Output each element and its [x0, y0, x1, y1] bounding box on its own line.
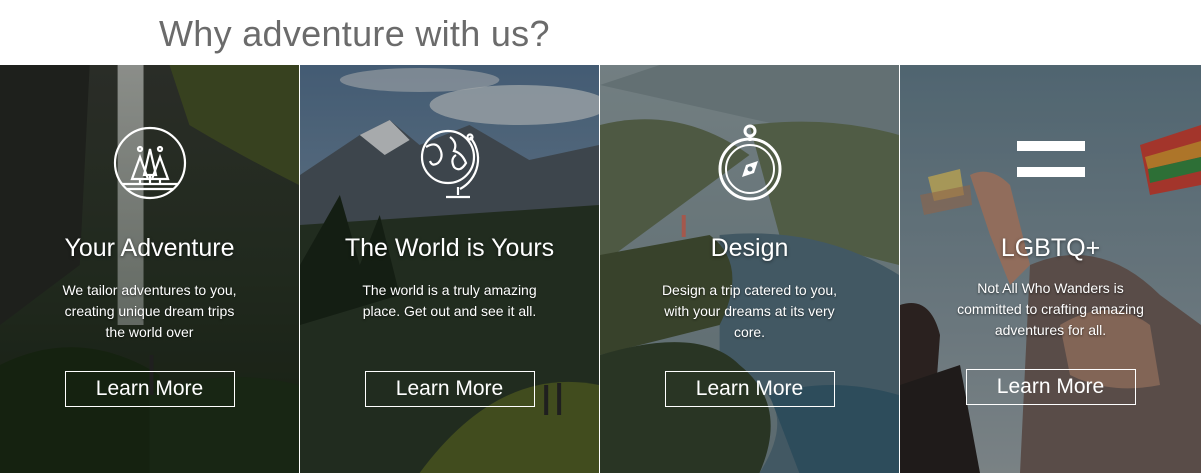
panel-world-is-yours: The World is Yours The world is a truly …: [300, 65, 600, 473]
panel-description: Design a trip catered to you, with your …: [661, 282, 838, 340]
equals-icon: [1011, 123, 1091, 203]
panel-description: We tailor adventures to you, creating un…: [62, 282, 237, 340]
compass-icon: [710, 123, 790, 203]
learn-more-button[interactable]: Learn More: [664, 371, 835, 407]
learn-more-button[interactable]: Learn More: [965, 369, 1136, 405]
feature-panels: Your Adventure We tailor adventures to y…: [0, 65, 1201, 473]
learn-more-button[interactable]: Learn More: [364, 371, 535, 407]
learn-more-button[interactable]: Learn More: [64, 371, 235, 407]
panel-your-adventure: Your Adventure We tailor adventures to y…: [0, 65, 300, 473]
panel-design: Design Design a trip catered to you, wit…: [600, 65, 900, 473]
panel-title: LGBTQ+: [1000, 234, 1101, 262]
panel-description: Not All Who Wanders is committed to craf…: [957, 280, 1144, 338]
globe-icon: [410, 123, 490, 203]
panel-title: The World is Yours: [344, 234, 555, 262]
trees-icon: [110, 123, 190, 203]
panel-lgbtq: LGBTQ+ Not All Who Wanders is committed …: [900, 65, 1201, 473]
page-title: Why adventure with us?: [159, 13, 550, 54]
panel-title: Your Adventure: [64, 234, 235, 262]
panel-title: Design: [710, 234, 789, 262]
panel-description: The world is a truly amazing place. Get …: [362, 282, 537, 319]
